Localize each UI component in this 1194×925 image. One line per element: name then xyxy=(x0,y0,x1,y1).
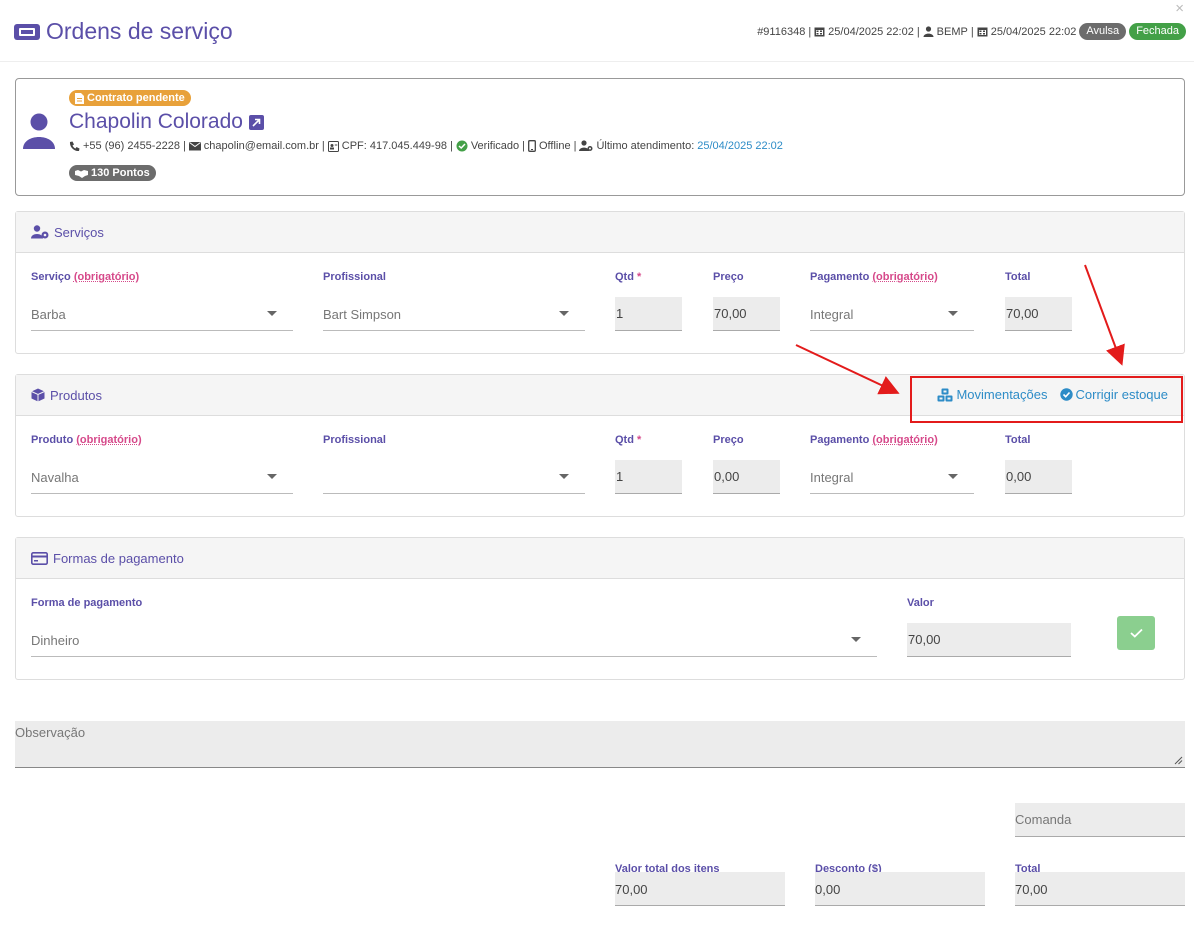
client-phone: +55 (96) 2455-2228 xyxy=(83,140,180,152)
total-input: 70,00 xyxy=(1005,297,1072,331)
client-name[interactable]: Chapolin Colorado xyxy=(69,110,264,134)
client-email: chapolin@email.com.br xyxy=(203,140,319,152)
contract-pending-badge: Contrato pendente xyxy=(69,90,191,106)
total-label: Total xyxy=(1005,434,1031,446)
last-visit-label: Último atendimento: xyxy=(596,140,695,152)
chevron-down-icon xyxy=(948,311,958,316)
professional-select[interactable]: Bart Simpson xyxy=(323,297,585,331)
contract-badge-label: Contrato pendente xyxy=(87,92,185,104)
payment-select[interactable]: Integral xyxy=(810,460,974,494)
price-input[interactable]: 0,00 xyxy=(713,460,780,494)
price-label: Preço xyxy=(713,271,744,283)
check-icon xyxy=(1129,628,1143,638)
order-user: BEMP xyxy=(936,25,968,38)
comanda-input[interactable]: Comanda xyxy=(1015,803,1185,837)
verified-icon xyxy=(456,140,468,152)
box-icon xyxy=(31,388,45,402)
items-total-input: 70,00 xyxy=(615,872,785,906)
services-panel-header: Serviços xyxy=(16,212,1184,253)
client-cpf: CPF: 417.045.449-98 xyxy=(341,140,447,152)
service-order-modal: Ordens de serviço × #9116348 | 25/04/202… xyxy=(0,0,1194,925)
qty-input[interactable]: 1 xyxy=(615,297,682,331)
chevron-down-icon xyxy=(559,474,569,479)
user-cog-icon xyxy=(31,225,49,239)
annotation-highlight-box xyxy=(910,376,1183,423)
qty-label: Qtd * xyxy=(615,271,642,283)
payment-select[interactable]: Integral xyxy=(810,297,974,331)
avatar xyxy=(23,113,55,149)
phone-icon xyxy=(69,141,80,151)
service-label: Serviço (obrigatório) xyxy=(31,271,140,283)
chevron-down-icon xyxy=(851,637,861,642)
price-label: Preço xyxy=(713,434,744,446)
qty-label: Qtd * xyxy=(615,434,642,446)
order-type-badge: Avulsa xyxy=(1079,23,1127,40)
payments-panel-header: Formas de pagamento xyxy=(16,538,1184,579)
chevron-down-icon xyxy=(948,474,958,479)
payment-label: Pagamento (obrigatório) xyxy=(810,434,938,446)
services-title: Serviços xyxy=(54,224,104,240)
payment-value-input[interactable]: 70,00 xyxy=(907,623,1071,657)
products-title: Produtos xyxy=(50,387,103,403)
product-label: Produto (obrigatório) xyxy=(31,434,142,446)
page-title: Ordens de serviço xyxy=(13,18,233,45)
services-panel: Serviços Serviço (obrigatório) Profissio… xyxy=(15,211,1185,354)
order-id: #9116348 xyxy=(757,25,806,38)
payment-method-label: Forma de pagamento xyxy=(31,597,143,609)
chevron-down-icon xyxy=(267,474,277,479)
points-badge: 130 Pontos xyxy=(69,165,156,181)
user-cog-icon xyxy=(579,140,593,151)
price-input[interactable]: 70,00 xyxy=(713,297,780,331)
chevron-down-icon xyxy=(267,311,277,316)
client-info-line: +55 (96) 2455-2228 | chapolin@email.com.b… xyxy=(69,140,783,152)
total-input: 0,00 xyxy=(1005,460,1072,494)
closed-date: 25/04/2025 22:02 xyxy=(990,25,1077,38)
ticket-icon xyxy=(14,23,40,40)
observation-textarea[interactable]: Observação xyxy=(15,721,1185,768)
modal-header: Ordens de serviço × #9116348 | 25/04/202… xyxy=(0,0,1194,62)
payment-method-select[interactable]: Dinheiro xyxy=(31,623,877,657)
grand-total-input: 70,00 xyxy=(1015,872,1185,906)
id-card-icon xyxy=(327,140,339,152)
calendar-icon xyxy=(814,27,825,37)
payment-value-label: Valor xyxy=(907,597,934,609)
status-badge: Fechada xyxy=(1129,23,1186,40)
product-select[interactable]: Navalha xyxy=(31,460,293,494)
client-name-text[interactable]: Chapolin Colorado xyxy=(69,110,243,134)
external-link-icon[interactable] xyxy=(248,114,264,130)
handshake-icon xyxy=(75,169,88,178)
client-card: Contrato pendente Chapolin Colorado +55 … xyxy=(15,78,1185,196)
total-label: Total xyxy=(1005,271,1031,283)
chevron-down-icon xyxy=(559,311,569,316)
resize-grip-icon[interactable] xyxy=(1174,756,1183,765)
file-icon xyxy=(75,92,84,104)
created-date: 25/04/2025 22:02 xyxy=(828,25,914,38)
discount-input[interactable]: 0,00 xyxy=(815,872,985,906)
calendar-icon xyxy=(977,27,988,37)
mobile-icon xyxy=(528,140,536,152)
professional-label: Profissional xyxy=(323,434,386,446)
client-device: Offline xyxy=(538,140,571,152)
points-label: 130 Pontos xyxy=(91,167,150,179)
confirm-payment-button[interactable] xyxy=(1117,616,1155,650)
payments-title: Formas de pagamento xyxy=(53,550,184,566)
order-meta: #9116348 | 25/04/2025 22:02 | BEMP | 25/… xyxy=(757,23,1186,40)
page-title-text: Ordens de serviço xyxy=(46,18,233,44)
service-select[interactable]: Barba xyxy=(31,297,293,331)
professional-label: Profissional xyxy=(323,271,386,283)
envelope-icon xyxy=(188,142,201,151)
user-icon xyxy=(923,26,934,37)
payment-label: Pagamento (obrigatório) xyxy=(810,271,938,283)
payments-panel: Formas de pagamento Forma de pagamento V… xyxy=(15,537,1185,680)
close-icon[interactable]: × xyxy=(1175,0,1184,17)
client-verified: Verificado xyxy=(470,140,520,152)
qty-input[interactable]: 1 xyxy=(615,460,682,494)
credit-card-icon xyxy=(31,551,48,565)
last-visit-date[interactable]: 25/04/2025 22:02 xyxy=(697,140,783,152)
professional-select[interactable] xyxy=(323,460,585,494)
